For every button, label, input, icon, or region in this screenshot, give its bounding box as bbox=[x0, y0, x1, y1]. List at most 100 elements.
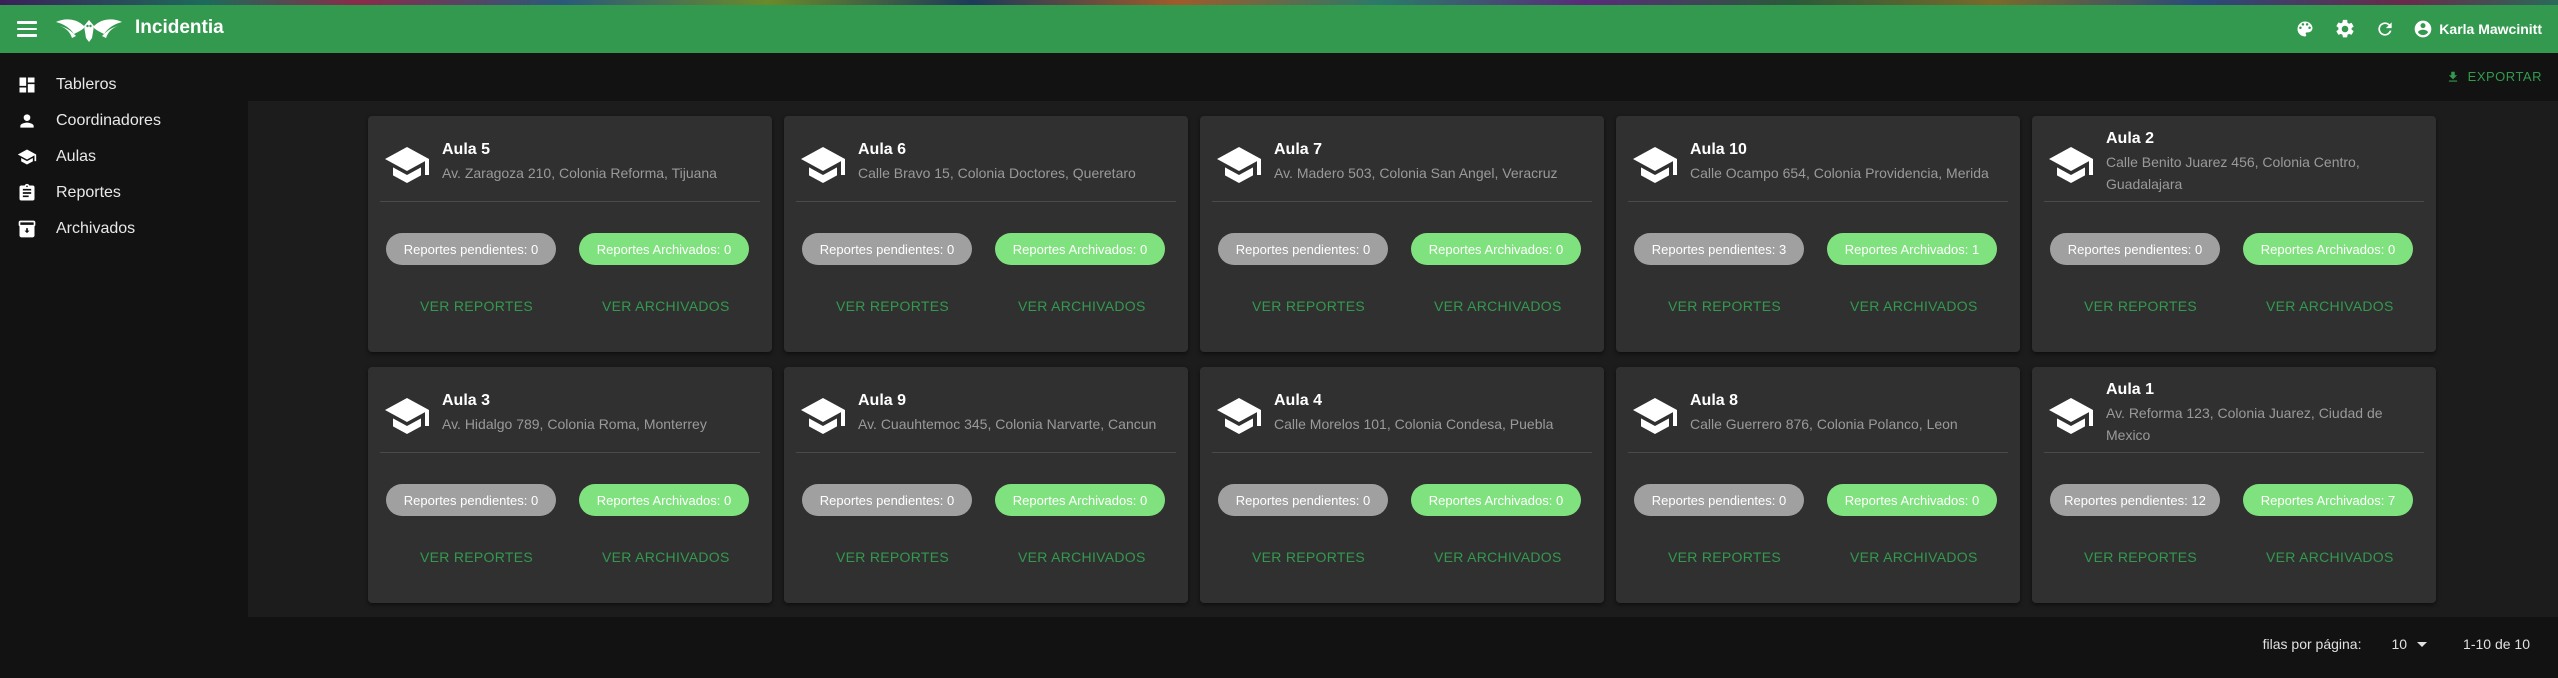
export-label: EXPORTAR bbox=[2467, 69, 2542, 84]
school-icon bbox=[385, 147, 429, 183]
sidebar-item-label: Coordinadores bbox=[56, 112, 161, 129]
pending-reports-chip: Reportes pendientes: 0 bbox=[802, 484, 972, 516]
sidebar-item-tableros[interactable]: Tableros bbox=[0, 67, 240, 103]
view-archived-button[interactable]: VER ARCHIVADOS bbox=[1434, 549, 1562, 565]
school-icon bbox=[801, 398, 845, 434]
school-icon bbox=[801, 147, 845, 183]
archived-reports-chip: Reportes Archivados: 7 bbox=[2243, 484, 2413, 516]
pending-reports-chip: Reportes pendientes: 0 bbox=[1218, 484, 1388, 516]
view-archived-button[interactable]: VER ARCHIVADOS bbox=[602, 298, 730, 314]
school-icon bbox=[2049, 147, 2093, 183]
view-reports-button[interactable]: VER REPORTES bbox=[1668, 549, 1781, 565]
settings-icon[interactable] bbox=[2333, 17, 2357, 41]
palette-icon[interactable] bbox=[2293, 17, 2317, 41]
sidebar-item-reportes[interactable]: Reportes bbox=[0, 175, 240, 211]
sidebar-item-label: Aulas bbox=[56, 148, 97, 165]
card-address: Calle Bravo 15, Colonia Doctores, Queret… bbox=[858, 165, 1136, 181]
classroom-card: Aula 10 Calle Ocampo 654, Colonia Provid… bbox=[1616, 116, 2020, 352]
card-address: Calle Benito Juarez 456, Colonia Centro,… bbox=[2106, 154, 2360, 192]
school-icon bbox=[1633, 147, 1677, 183]
account-circle-icon bbox=[2414, 20, 2432, 38]
download-icon bbox=[2448, 71, 2457, 82]
view-reports-button[interactable]: VER REPORTES bbox=[1668, 298, 1781, 314]
view-archived-button[interactable]: VER ARCHIVADOS bbox=[1434, 298, 1562, 314]
user-menu[interactable]: Karla Mawcinitt bbox=[2413, 19, 2542, 39]
card-address: Av. Zaragoza 210, Colonia Reforma, Tijua… bbox=[442, 165, 717, 181]
classroom-card: Aula 2 Calle Benito Juarez 456, Colonia … bbox=[2032, 116, 2436, 352]
view-reports-button[interactable]: VER REPORTES bbox=[1252, 549, 1365, 565]
card-address: Av. Madero 503, Colonia San Angel, Verac… bbox=[1274, 165, 1558, 181]
pagination: filas por página: 10 1-10 de 10 bbox=[2263, 636, 2530, 652]
card-address: Av. Hidalgo 789, Colonia Roma, Monterrey bbox=[442, 416, 707, 432]
rows-per-page-value: 10 bbox=[2391, 636, 2408, 652]
card-title: Aula 7 bbox=[1274, 141, 1323, 158]
app-title: Incidentia bbox=[135, 17, 224, 38]
card-address: Av. Cuauhtemoc 345, Colonia Narvarte, Ca… bbox=[858, 416, 1157, 432]
sidebar-item-aulas[interactable]: Aulas bbox=[0, 139, 240, 175]
classroom-card: Aula 8 Calle Guerrero 876, Colonia Polan… bbox=[1616, 367, 2020, 603]
pending-reports-chip: Reportes pendientes: 0 bbox=[386, 233, 556, 265]
pending-reports-chip: Reportes pendientes: 0 bbox=[1634, 484, 1804, 516]
card-divider bbox=[380, 201, 760, 202]
sidebar-item-archivados[interactable]: Archivados bbox=[0, 211, 240, 247]
archived-reports-chip: Reportes Archivados: 1 bbox=[1827, 233, 1997, 265]
view-archived-button[interactable]: VER ARCHIVADOS bbox=[1850, 549, 1978, 565]
card-divider bbox=[1212, 201, 1592, 202]
view-archived-button[interactable]: VER ARCHIVADOS bbox=[1018, 549, 1146, 565]
view-reports-button[interactable]: VER REPORTES bbox=[420, 298, 533, 314]
menu-icon[interactable] bbox=[14, 17, 40, 41]
card-divider bbox=[1628, 452, 2008, 453]
view-archived-button[interactable]: VER ARCHIVADOS bbox=[2266, 298, 2394, 314]
card-divider bbox=[1212, 452, 1592, 453]
card-address: Calle Guerrero 876, Colonia Polanco, Leo… bbox=[1690, 416, 1958, 432]
user-name: Karla Mawcinitt bbox=[2439, 21, 2542, 37]
card-address: Av. Reforma 123, Colonia Juarez, Ciudad … bbox=[2106, 405, 2383, 443]
card-title: Aula 4 bbox=[1274, 392, 1323, 409]
view-archived-button[interactable]: VER ARCHIVADOS bbox=[602, 549, 730, 565]
archived-reports-chip: Reportes Archivados: 0 bbox=[1411, 233, 1581, 265]
school-icon bbox=[1633, 398, 1677, 434]
sidebar-item-label: Archivados bbox=[56, 220, 136, 237]
dashboard-icon bbox=[19, 77, 35, 93]
classroom-card: Aula 3 Av. Hidalgo 789, Colonia Roma, Mo… bbox=[368, 367, 772, 603]
card-divider bbox=[2044, 452, 2424, 453]
pending-reports-chip: Reportes pendientes: 0 bbox=[386, 484, 556, 516]
pending-reports-chip: Reportes pendientes: 0 bbox=[802, 233, 972, 265]
card-title: Aula 2 bbox=[2106, 130, 2155, 147]
card-divider bbox=[2044, 201, 2424, 202]
classroom-card: Aula 7 Av. Madero 503, Colonia San Angel… bbox=[1200, 116, 1604, 352]
person-icon bbox=[20, 114, 34, 128]
view-reports-button[interactable]: VER REPORTES bbox=[2084, 298, 2197, 314]
pending-reports-chip: Reportes pendientes: 3 bbox=[1634, 233, 1804, 265]
clipboard-icon bbox=[19, 183, 35, 201]
school-icon bbox=[1217, 147, 1261, 183]
view-reports-button[interactable]: VER REPORTES bbox=[836, 549, 949, 565]
pagination-range: 1-10 de 10 bbox=[2463, 636, 2530, 652]
sidebar-item-coordinadores[interactable]: Coordinadores bbox=[0, 103, 240, 139]
classroom-card: Aula 6 Calle Bravo 15, Colonia Doctores,… bbox=[784, 116, 1188, 352]
archived-reports-chip: Reportes Archivados: 0 bbox=[579, 233, 749, 265]
view-archived-button[interactable]: VER ARCHIVADOS bbox=[1018, 298, 1146, 314]
view-reports-button[interactable]: VER REPORTES bbox=[1252, 298, 1365, 314]
logo-icon bbox=[56, 19, 122, 42]
sidebar-item-label: Tableros bbox=[56, 76, 117, 93]
pending-reports-chip: Reportes pendientes: 12 bbox=[2050, 484, 2220, 516]
card-divider bbox=[1628, 201, 2008, 202]
archived-reports-chip: Reportes Archivados: 0 bbox=[995, 484, 1165, 516]
card-divider bbox=[796, 452, 1176, 453]
sidebar-item-label: Reportes bbox=[56, 184, 121, 201]
view-archived-button[interactable]: VER ARCHIVADOS bbox=[2266, 549, 2394, 565]
card-divider bbox=[796, 201, 1176, 202]
export-button[interactable]: EXPORTAR bbox=[2446, 69, 2542, 84]
view-archived-button[interactable]: VER ARCHIVADOS bbox=[1850, 298, 1978, 314]
archived-reports-chip: Reportes Archivados: 0 bbox=[1411, 484, 1581, 516]
refresh-icon[interactable] bbox=[2373, 17, 2397, 41]
rows-per-page-select[interactable]: 10 bbox=[2391, 636, 2428, 652]
view-reports-button[interactable]: VER REPORTES bbox=[836, 298, 949, 314]
app-bar: Incidentia Karla Mawcinitt bbox=[0, 5, 2558, 53]
archived-reports-chip: Reportes Archivados: 0 bbox=[995, 233, 1165, 265]
card-title: Aula 3 bbox=[442, 392, 491, 409]
classroom-card: Aula 4 Calle Morelos 101, Colonia Condes… bbox=[1200, 367, 1604, 603]
view-reports-button[interactable]: VER REPORTES bbox=[2084, 549, 2197, 565]
view-reports-button[interactable]: VER REPORTES bbox=[420, 549, 533, 565]
